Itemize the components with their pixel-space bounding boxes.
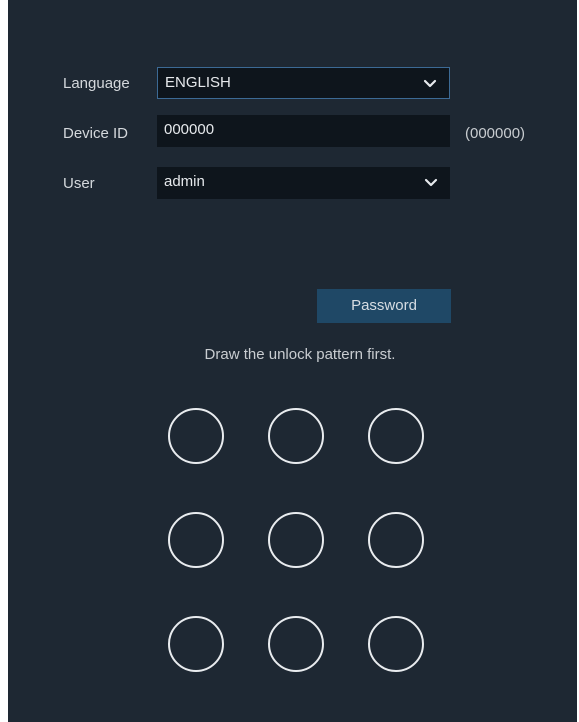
chevron-down-icon [423, 79, 437, 88]
language-value: ENGLISH [165, 74, 231, 91]
language-label: Language [63, 75, 130, 92]
pattern-dot-5[interactable] [268, 512, 324, 568]
pattern-dot-3[interactable] [368, 408, 424, 464]
device-id-value: 000000 [164, 121, 215, 138]
unlock-pattern-grid[interactable] [168, 408, 432, 678]
pattern-dot-2[interactable] [268, 408, 324, 464]
pattern-dot-6[interactable] [368, 512, 424, 568]
device-id-hint: (000000) [465, 125, 526, 142]
pattern-dot-7[interactable] [168, 616, 224, 672]
user-label: User [63, 175, 95, 192]
pattern-prompt: Draw the unlock pattern first. [204, 346, 396, 363]
device-id-label: Device ID [63, 125, 129, 142]
password-button[interactable]: Password [317, 289, 451, 323]
user-select[interactable]: admin [157, 167, 450, 199]
login-panel: Language ENGLISH Device ID 000000 (00000… [8, 0, 577, 722]
chevron-down-icon [424, 178, 438, 187]
pattern-dot-4[interactable] [168, 512, 224, 568]
pattern-dot-9[interactable] [368, 616, 424, 672]
device-id-input[interactable]: 000000 [157, 115, 450, 147]
pattern-dot-8[interactable] [268, 616, 324, 672]
user-value: admin [164, 173, 205, 190]
pattern-dot-1[interactable] [168, 408, 224, 464]
language-select[interactable]: ENGLISH [157, 67, 450, 99]
